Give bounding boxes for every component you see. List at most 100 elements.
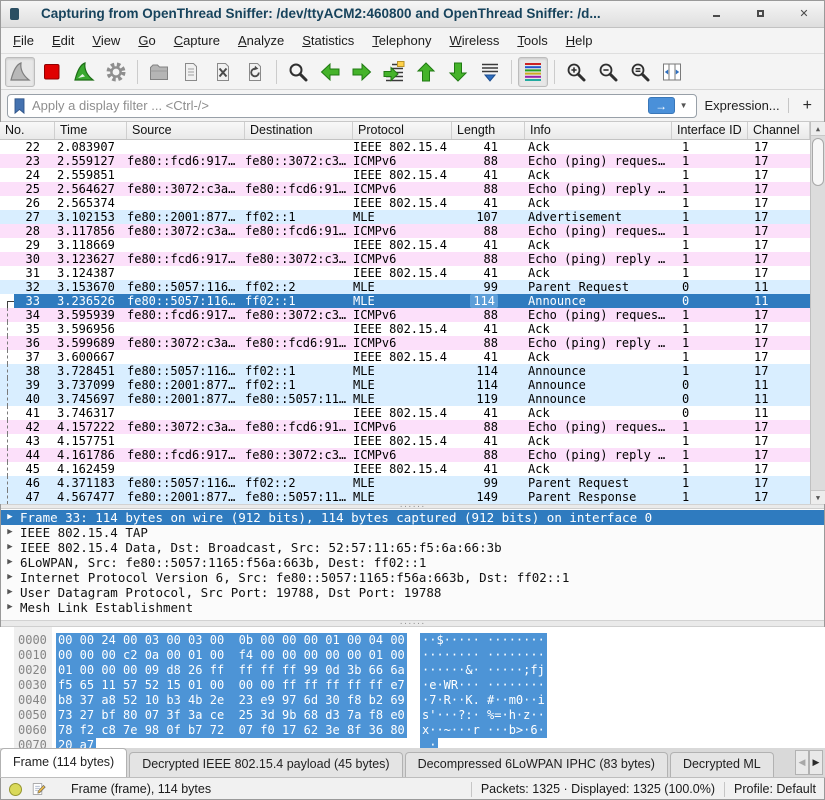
- go-to-packet-button[interactable]: [379, 57, 409, 87]
- scroll-up-arrow[interactable]: ▲: [811, 122, 825, 136]
- zoom-in-button[interactable]: [561, 57, 591, 87]
- column-header-no[interactable]: No.: [0, 122, 55, 139]
- menu-help[interactable]: Help: [557, 29, 602, 52]
- column-header-interface-id[interactable]: Interface ID: [672, 122, 748, 139]
- go-back-button[interactable]: [315, 57, 345, 87]
- file-save-button[interactable]: [176, 57, 206, 87]
- auto-scroll-button[interactable]: [475, 57, 505, 87]
- column-header-length[interactable]: Length: [452, 122, 525, 139]
- menu-go[interactable]: Go: [129, 29, 164, 52]
- hex-ascii[interactable]: ··$····· ········: [420, 633, 547, 648]
- packet-row-25[interactable]: 252.564627fe80::3072:c3a…fe80::fcd6:91…I…: [0, 182, 810, 196]
- packet-row-36[interactable]: 363.599689fe80::3072:c3a…fe80::fcd6:91…I…: [0, 336, 810, 350]
- go-bottom-button[interactable]: [443, 57, 473, 87]
- menu-wireless[interactable]: Wireless: [441, 29, 509, 52]
- menu-statistics[interactable]: Statistics: [293, 29, 363, 52]
- menu-edit[interactable]: Edit: [43, 29, 83, 52]
- add-filter-button[interactable]: +: [797, 97, 818, 115]
- detail-line-5[interactable]: ▶User Datagram Protocol, Src Port: 19788…: [0, 585, 825, 600]
- packet-row-28[interactable]: 283.117856fe80::3072:c3a…fe80::fcd6:91…I…: [0, 224, 810, 238]
- packet-row-27[interactable]: 273.102153fe80::2001:877…ff02::1MLE107Ad…: [0, 210, 810, 224]
- packet-row-37[interactable]: 373.600667IEEE 802.15.441Ack117: [0, 350, 810, 364]
- expand-arrow-icon[interactable]: ▶: [0, 585, 20, 600]
- packet-list-scrollbar[interactable]: ▲ ▼: [810, 122, 825, 504]
- menu-tools[interactable]: Tools: [508, 29, 556, 52]
- expand-arrow-icon[interactable]: ▶: [0, 510, 20, 525]
- scroll-down-arrow[interactable]: ▼: [811, 490, 825, 504]
- hex-bytes[interactable]: f5 65 11 57 52 15 01 00 00 00 ff ff ff f…: [56, 678, 407, 693]
- display-filter-input[interactable]: [28, 98, 648, 113]
- byte-view-tab-1[interactable]: Decrypted IEEE 802.15.4 payload (45 byte…: [129, 752, 402, 777]
- packet-row-35[interactable]: 353.596956IEEE 802.15.441Ack117: [0, 322, 810, 336]
- menu-view[interactable]: View: [83, 29, 129, 52]
- packet-row-31[interactable]: 313.124387IEEE 802.15.441Ack117: [0, 266, 810, 280]
- packet-row-22[interactable]: 222.083907IEEE 802.15.441Ack117: [0, 140, 810, 154]
- packet-row-45[interactable]: 454.162459IEEE 802.15.441Ack117: [0, 462, 810, 476]
- capture-options-button[interactable]: [101, 57, 131, 87]
- expand-arrow-icon[interactable]: ▶: [0, 555, 20, 570]
- column-header-source[interactable]: Source: [127, 122, 245, 139]
- tab-scroll-right-icon[interactable]: ▶: [809, 750, 823, 775]
- hex-ascii[interactable]: ·7·R··K. #··m0··i: [420, 693, 547, 708]
- find-packet-button[interactable]: [283, 57, 313, 87]
- hex-ascii[interactable]: ······&· ·····;fj: [420, 663, 547, 678]
- capture-start-button[interactable]: [5, 57, 35, 87]
- hex-ascii[interactable]: x··~···r ···b>·6·: [420, 723, 547, 738]
- byte-view-tab-2[interactable]: Decompressed 6LoWPAN IPHC (83 bytes): [405, 752, 668, 777]
- byte-view-tab-3[interactable]: Decrypted ML: [670, 752, 774, 777]
- column-header-destination[interactable]: Destination: [245, 122, 353, 139]
- hex-bytes[interactable]: 78 f2 c8 7e 98 0f b7 72 07 f0 17 62 3e 8…: [56, 723, 407, 738]
- column-header-info[interactable]: Info: [525, 122, 672, 139]
- detail-line-3[interactable]: ▶6LoWPAN, Src: fe80::5057:1165:f56a:663b…: [0, 555, 825, 570]
- packet-row-43[interactable]: 434.157751IEEE 802.15.441Ack117: [0, 434, 810, 448]
- zoom-out-button[interactable]: [593, 57, 623, 87]
- detail-line-0[interactable]: ▶Frame 33: 114 bytes on wire (912 bits),…: [0, 510, 825, 525]
- hex-bytes[interactable]: 73 27 bf 80 07 3f 3a ce 25 3d 9b 68 d3 7…: [56, 708, 407, 723]
- capture-restart-button[interactable]: [69, 57, 99, 87]
- splitter-bytes[interactable]: [0, 620, 825, 627]
- file-open-button[interactable]: [144, 57, 174, 87]
- expand-arrow-icon[interactable]: ▶: [0, 600, 20, 615]
- apply-filter-button[interactable]: →: [648, 97, 675, 114]
- packet-row-38[interactable]: 383.728451fe80::5057:116…ff02::1MLE114An…: [0, 364, 810, 378]
- filter-dropdown-caret[interactable]: ▼: [675, 101, 693, 110]
- hex-ascii[interactable]: s'···?:· %=·h·z··: [420, 708, 547, 723]
- expand-arrow-icon[interactable]: ▶: [0, 540, 20, 555]
- capture-stop-button[interactable]: [37, 57, 67, 87]
- close-button[interactable]: ✕: [799, 9, 809, 19]
- capture-comment-icon[interactable]: [31, 781, 46, 797]
- file-close-button[interactable]: [208, 57, 238, 87]
- column-header-protocol[interactable]: Protocol: [353, 122, 452, 139]
- hex-bytes[interactable]: b8 37 a8 52 10 b3 4b 2e 23 e9 97 6d 30 f…: [56, 693, 407, 708]
- hex-bytes[interactable]: 01 00 00 00 09 d8 26 ff ff ff ff 99 0d 3…: [56, 663, 407, 678]
- byte-view-tab-0[interactable]: Frame (114 bytes): [0, 748, 127, 777]
- detail-line-4[interactable]: ▶Internet Protocol Version 6, Src: fe80:…: [0, 570, 825, 585]
- bookmark-icon[interactable]: [11, 97, 28, 115]
- hex-ascii[interactable]: ·e·WR··· ········: [420, 678, 547, 693]
- column-header-time[interactable]: Time: [55, 122, 127, 139]
- packet-row-39[interactable]: 393.737099fe80::2001:877…ff02::1MLE114An…: [0, 378, 810, 392]
- packet-row-23[interactable]: 232.559127fe80::fcd6:917…fe80::3072:c3…I…: [0, 154, 810, 168]
- menu-file[interactable]: File: [4, 29, 43, 52]
- resize-columns-button[interactable]: [657, 57, 687, 87]
- packet-row-44[interactable]: 444.161786fe80::fcd6:917…fe80::3072:c3…I…: [0, 448, 810, 462]
- menu-analyze[interactable]: Analyze: [229, 29, 293, 52]
- packet-row-29[interactable]: 293.118669IEEE 802.15.441Ack117: [0, 238, 810, 252]
- colorize-button[interactable]: [518, 57, 548, 87]
- file-reload-button[interactable]: [240, 57, 270, 87]
- column-header-channel[interactable]: Channel: [748, 122, 810, 139]
- packet-row-40[interactable]: 403.745697fe80::2001:877…fe80::5057:11…M…: [0, 392, 810, 406]
- zoom-reset-button[interactable]: [625, 57, 655, 87]
- detail-line-1[interactable]: ▶IEEE 802.15.4 TAP: [0, 525, 825, 540]
- packet-row-24[interactable]: 242.559851IEEE 802.15.441Ack117: [0, 168, 810, 182]
- packet-row-46[interactable]: 464.371183fe80::5057:116…ff02::2MLE99Par…: [0, 476, 810, 490]
- hex-bytes[interactable]: 00 00 00 c2 0a 00 01 00 f4 00 00 00 00 0…: [56, 648, 407, 663]
- go-top-button[interactable]: [411, 57, 441, 87]
- packet-row-47[interactable]: 474.567477fe80::2001:877…fe80::5057:11…M…: [0, 490, 810, 504]
- packet-row-41[interactable]: 413.746317IEEE 802.15.441Ack011: [0, 406, 810, 420]
- packet-row-34[interactable]: 343.595939fe80::fcd6:917…fe80::3072:c3…I…: [0, 308, 810, 322]
- packet-row-33[interactable]: 333.236526fe80::5057:116…ff02::1MLE114An…: [0, 294, 810, 308]
- packet-row-26[interactable]: 262.565374IEEE 802.15.441Ack117: [0, 196, 810, 210]
- detail-line-2[interactable]: ▶IEEE 802.15.4 Data, Dst: Broadcast, Src…: [0, 540, 825, 555]
- packet-row-32[interactable]: 323.153670fe80::5057:116…ff02::2MLE99Par…: [0, 280, 810, 294]
